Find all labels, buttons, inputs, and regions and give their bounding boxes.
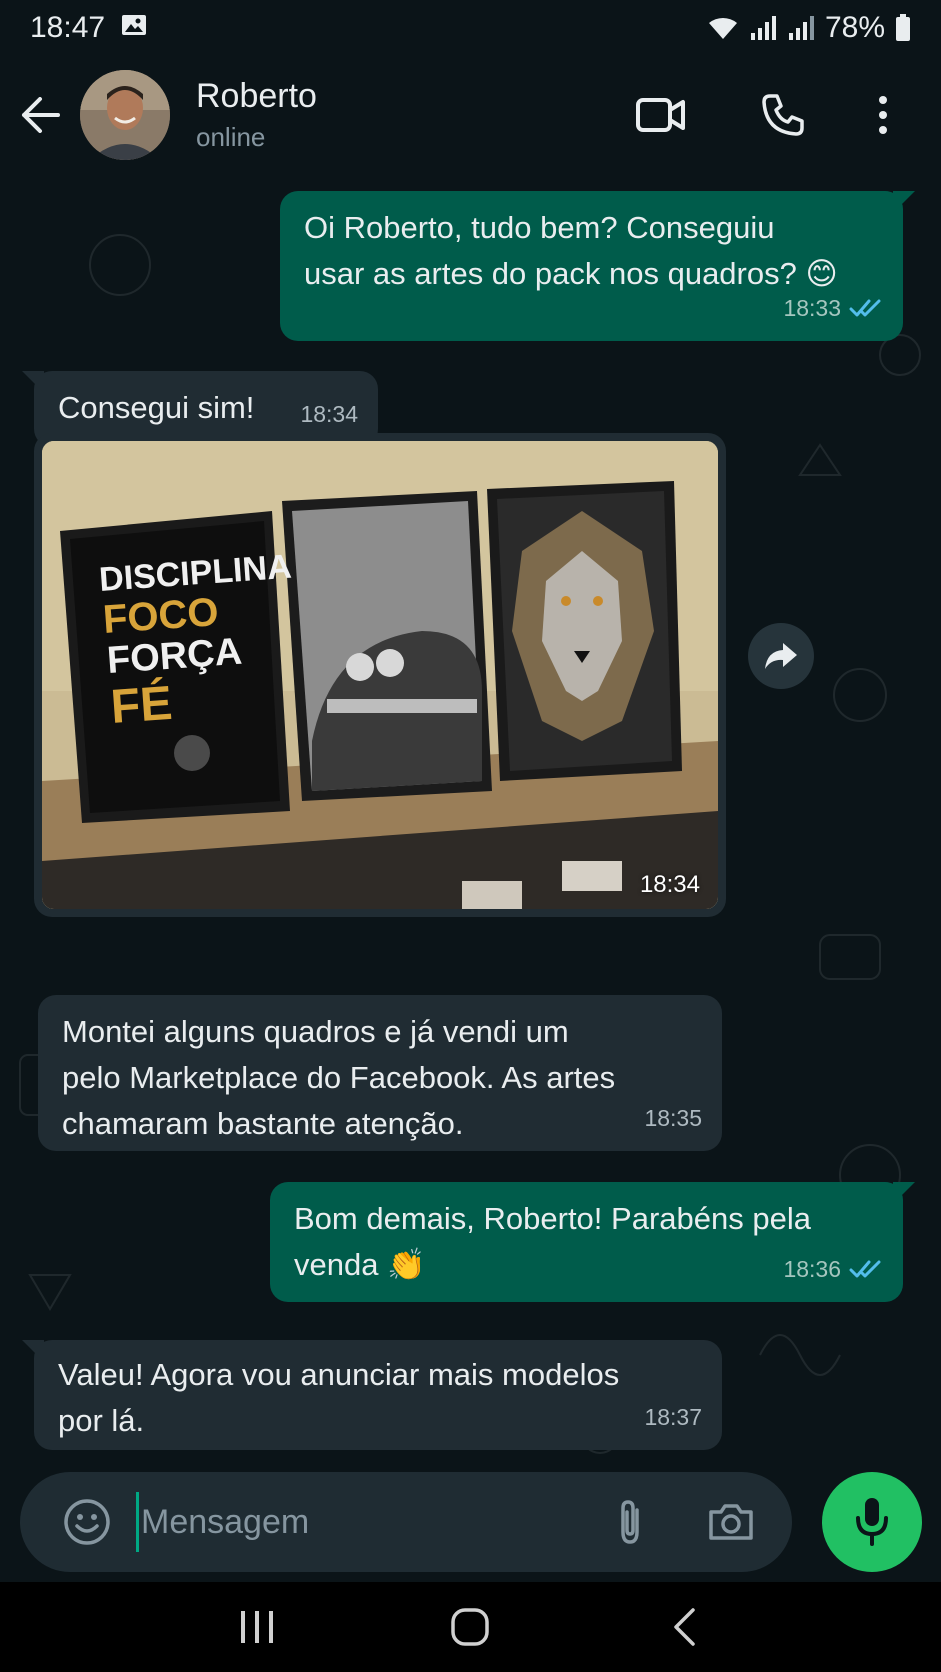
signal-icon xyxy=(749,15,777,41)
emoji-button[interactable] xyxy=(52,1487,122,1557)
attach-button[interactable] xyxy=(600,1492,660,1552)
message-time: 18:34 xyxy=(300,401,358,427)
signal-icon-2 xyxy=(787,15,815,41)
battery-percent: 78% xyxy=(824,10,885,44)
smiley-icon xyxy=(64,1499,110,1545)
message-time: 18:34 xyxy=(639,871,700,898)
message-image[interactable]: DISCIPLINA FOCO FORÇA FÉ 18:34 xyxy=(34,433,726,917)
contact-avatar[interactable] xyxy=(80,70,170,160)
video-call-button[interactable] xyxy=(621,75,701,155)
poster-line-4: FÉ xyxy=(109,676,174,734)
status-time: 18:47 xyxy=(30,10,106,44)
arrow-left-icon xyxy=(22,97,60,133)
gallery-notification-icon xyxy=(121,11,147,45)
message-meta: 18:36 xyxy=(783,1246,883,1292)
forward-arrow-icon xyxy=(765,643,797,669)
message-meta: 18:34 xyxy=(300,391,358,437)
camera-button[interactable] xyxy=(696,1487,766,1557)
back-nav-button[interactable] xyxy=(644,1592,724,1662)
phone-icon xyxy=(762,94,804,136)
message-meta: 18:37 xyxy=(644,1394,702,1440)
back-button[interactable] xyxy=(0,75,80,155)
contact-name: Roberto xyxy=(196,77,317,115)
camera-icon xyxy=(709,1504,753,1540)
more-options-button[interactable] xyxy=(843,75,923,155)
video-camera-icon xyxy=(636,98,685,132)
home-button[interactable] xyxy=(430,1592,510,1662)
voice-message-button[interactable] xyxy=(822,1472,922,1572)
contact-info[interactable]: Roberto online xyxy=(196,76,317,154)
poster-line-3: FORÇA xyxy=(106,631,244,682)
message-text: Valeu! Agora vou anunciar mais modelos xyxy=(58,1357,620,1392)
message-time: 18:35 xyxy=(644,1105,702,1131)
status-bar: 18:47 78% xyxy=(0,0,941,55)
message-text: Oi Roberto, tudo bem? Conseguiu xyxy=(304,210,775,245)
message-bubble-incoming[interactable]: Montei alguns quadros e já vendi um pelo… xyxy=(38,995,722,1151)
message-bubble-outgoing[interactable]: Bom demais, Roberto! Parabéns pela venda… xyxy=(270,1182,915,1302)
message-bubble-incoming[interactable]: Valeu! Agora vou anunciar mais modelos p… xyxy=(22,1340,722,1450)
chat-area[interactable]: Oi Roberto, tudo bem? Conseguiu usar as … xyxy=(0,175,941,1482)
message-composer xyxy=(20,1472,792,1572)
message-input[interactable] xyxy=(136,1492,590,1552)
paperclip-icon xyxy=(621,1500,639,1544)
contact-status: online xyxy=(196,122,266,152)
recent-apps-button[interactable] xyxy=(217,1592,297,1662)
chat-header: Roberto online xyxy=(0,55,941,175)
home-icon xyxy=(451,1608,490,1646)
system-navigation-bar xyxy=(0,1582,941,1672)
photo-framed-posters[interactable]: DISCIPLINA FOCO FORÇA FÉ 18:34 xyxy=(42,441,718,909)
double-check-read-icon xyxy=(849,299,881,317)
message-time: 18:33 xyxy=(783,295,841,321)
message-time: 18:37 xyxy=(644,1404,702,1430)
kebab-menu-icon xyxy=(879,96,887,134)
message-meta: 18:33 xyxy=(783,285,883,331)
battery-icon xyxy=(895,13,911,42)
message-text: chamaram bastante atenção. xyxy=(62,1106,464,1141)
wifi-icon xyxy=(707,15,739,41)
voice-call-button[interactable] xyxy=(743,75,823,155)
message-text: pelo Marketplace do Facebook. As artes xyxy=(62,1060,616,1095)
message-text: Montei alguns quadros e já vendi um xyxy=(62,1014,569,1049)
chevron-left-icon xyxy=(674,1608,695,1646)
recent-apps-icon xyxy=(240,1611,273,1643)
message-text: Bom demais, Roberto! Parabéns pela xyxy=(294,1201,811,1236)
message-bubble-outgoing[interactable]: Oi Roberto, tudo bem? Conseguiu usar as … xyxy=(280,191,915,341)
message-time: 18:36 xyxy=(783,1256,841,1282)
double-check-read-icon xyxy=(849,1260,881,1278)
message-meta: 18:35 xyxy=(644,1095,702,1141)
message-text: por lá. xyxy=(58,1403,145,1438)
forward-button[interactable] xyxy=(748,623,814,689)
microphone-icon xyxy=(856,1498,888,1546)
